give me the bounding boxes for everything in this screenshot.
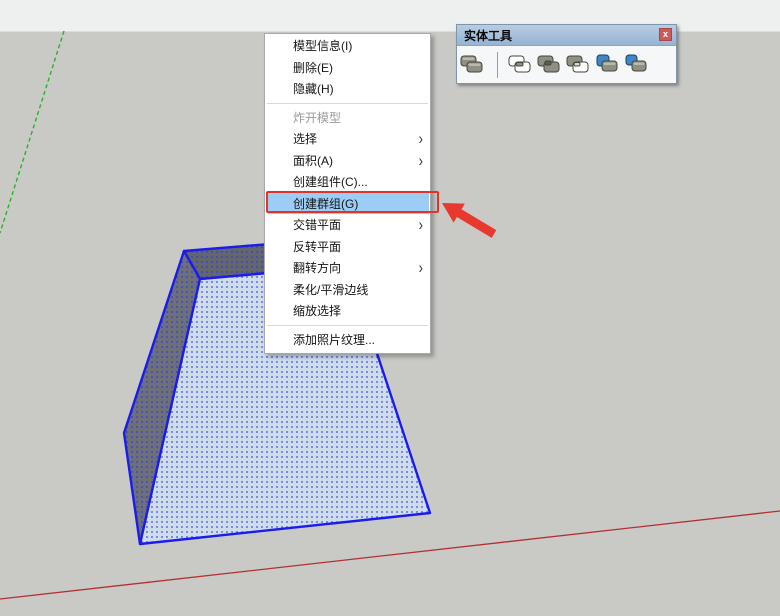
menu-item-explode-model: 炸开模型	[265, 107, 430, 129]
menu-item-delete[interactable]: 删除(E)	[265, 57, 430, 79]
sketchup-viewport: 实体工具 x	[0, 0, 780, 616]
menu-item-flip-direction[interactable]: 翻转方向 ›	[265, 257, 430, 279]
menu-item-zoom-selection[interactable]: 缩放选择	[265, 300, 430, 322]
submenu-arrow-icon: ›	[419, 260, 423, 276]
menu-item-soften-smooth-edges[interactable]: 柔化/平滑边线	[265, 279, 430, 301]
menu-item-model-info[interactable]: 模型信息(I)	[265, 35, 430, 57]
menu-item-create-component[interactable]: 创建组件(C)...	[265, 171, 430, 193]
toolbar-divider	[497, 52, 498, 78]
submenu-arrow-icon: ›	[419, 131, 423, 147]
menu-item-hide[interactable]: 隐藏(H)	[265, 78, 430, 100]
toolbar-titlebar[interactable]: 实体工具 x	[457, 25, 676, 46]
intersect-icon[interactable]	[506, 51, 534, 79]
red-axis-line	[0, 511, 780, 599]
green-axis-line	[0, 31, 64, 233]
toolbar-body	[457, 46, 676, 84]
menu-item-area[interactable]: 面积(A) ›	[265, 150, 430, 172]
submenu-arrow-icon: ›	[419, 152, 423, 168]
menu-item-reverse-faces[interactable]: 反转平面	[265, 236, 430, 258]
annotation-highlight-box	[266, 191, 439, 213]
menu-item-add-photo-texture[interactable]: 添加照片纹理...	[265, 329, 430, 351]
toolbar-title: 实体工具	[464, 27, 512, 44]
trim-icon[interactable]	[593, 51, 621, 79]
split-icon[interactable]	[622, 51, 650, 79]
close-icon[interactable]: x	[659, 28, 672, 41]
submenu-arrow-icon: ›	[419, 217, 423, 233]
menu-item-intersect-faces[interactable]: 交错平面 ›	[265, 214, 430, 236]
menu-separator	[267, 103, 428, 104]
menu-item-select[interactable]: 选择 ›	[265, 128, 430, 150]
solid-tools-toolbar: 实体工具 x	[456, 24, 677, 84]
menu-separator	[267, 325, 428, 326]
union-icon[interactable]	[535, 51, 563, 79]
outer-shell-icon[interactable]	[458, 51, 486, 79]
subtract-icon[interactable]	[564, 51, 592, 79]
